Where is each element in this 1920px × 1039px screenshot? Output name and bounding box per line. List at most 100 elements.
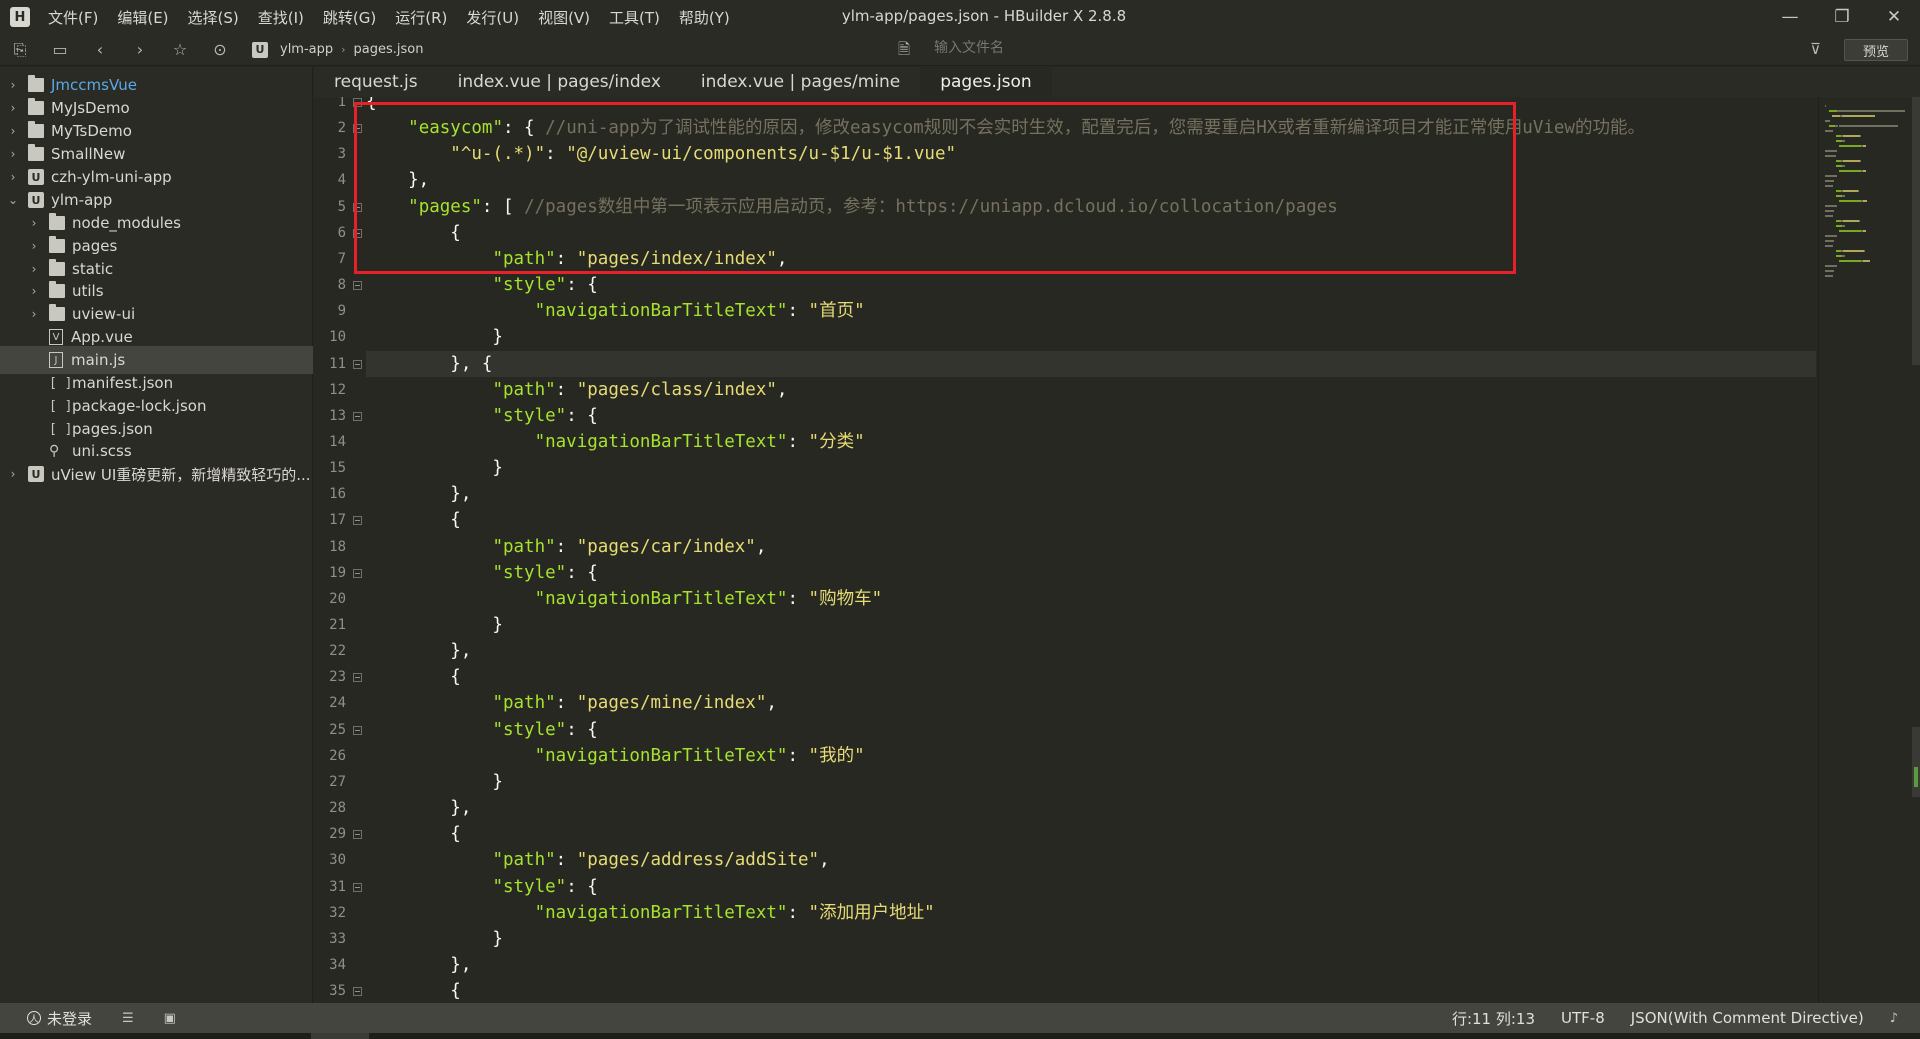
code-line[interactable]: "path": "pages/class/index", (366, 377, 787, 403)
fold-toggle-icon[interactable] (353, 987, 362, 996)
code-line[interactable]: "style": { (366, 403, 597, 429)
fold-toggle-icon[interactable] (353, 830, 362, 839)
code-line[interactable]: "path": "pages/address/addSite", (366, 847, 829, 873)
code-line[interactable]: }, { (366, 351, 1816, 377)
fold-toggle-icon[interactable] (353, 281, 362, 290)
tree-item[interactable]: › UuView UI重磅更新，新增精致轻巧的... (0, 460, 313, 488)
code-line[interactable]: "path": "pages/car/index", (366, 534, 766, 560)
menu-item[interactable]: 视图(V) (538, 7, 590, 28)
forward-icon[interactable]: › (120, 34, 160, 66)
run-icon[interactable]: ⊙ (200, 34, 240, 66)
back-icon[interactable]: ‹ (80, 34, 120, 66)
filter-icon[interactable]: ⊽ (1810, 40, 1821, 58)
code-line[interactable]: { (366, 220, 461, 246)
code-line[interactable]: "style": { (366, 560, 597, 586)
code-line[interactable]: "navigationBarTitleText": "首页" (366, 298, 865, 324)
horizontal-scrollbar[interactable] (0, 1033, 1920, 1039)
fold-toggle-icon[interactable] (353, 673, 362, 682)
code-line[interactable]: }, (366, 167, 429, 193)
code-line[interactable]: } (366, 926, 503, 952)
code-line[interactable]: }, (366, 952, 471, 978)
code-line[interactable]: "path": "pages/index/index", (366, 246, 787, 272)
code-line[interactable]: } (366, 324, 503, 350)
menu-item[interactable]: 发行(U) (466, 7, 519, 28)
code-line[interactable]: { (366, 97, 377, 115)
menu-item[interactable]: 查找(I) (258, 7, 304, 28)
outline-list-icon[interactable]: ☰ (122, 1011, 134, 1026)
code-line[interactable]: "navigationBarTitleText": "购物车" (366, 586, 883, 612)
tab-pages-json[interactable]: pages.json (920, 67, 1052, 97)
new-file-icon[interactable]: ⎘ (0, 34, 40, 66)
maximize-button[interactable]: ❐ (1816, 0, 1868, 34)
cursor-position[interactable]: 行:11 列:13 (1452, 1008, 1535, 1029)
tab-request-js[interactable]: request.js (314, 67, 438, 97)
code-line[interactable]: "path": "pages/mine/index", (366, 690, 777, 716)
code-line[interactable]: "style": { (366, 272, 597, 298)
fold-toggle-icon[interactable] (353, 203, 362, 212)
code-editor[interactable]: 1 2 3 4 5 6 7 8 9 10 11 12 13 14 15 16 17 18 19 20 21 22 23 24 2… (314, 97, 1818, 1003)
code-line[interactable]: }, (366, 481, 471, 507)
language-mode[interactable]: JSON(With Comment Directive) (1631, 1009, 1864, 1027)
star-icon[interactable]: ☆ (160, 34, 200, 66)
fold-toggle-icon[interactable] (353, 98, 362, 107)
fold-toggle-icon[interactable] (353, 360, 362, 369)
file-search-input[interactable] (934, 40, 1354, 56)
login-status[interactable]: 人 未登录 (27, 1008, 92, 1029)
preview-button[interactable]: 预览 (1844, 39, 1908, 61)
menu-item[interactable]: 编辑(E) (117, 7, 168, 28)
code-line[interactable]: { (366, 821, 461, 847)
code-line[interactable]: "style": { (366, 874, 597, 900)
close-button[interactable]: ✕ (1868, 0, 1920, 34)
tab-index-vue-pages-index[interactable]: index.vue | pages/index (438, 67, 681, 97)
chevron-right-icon[interactable]: › (27, 262, 41, 276)
chevron-right-icon[interactable]: › (6, 170, 20, 184)
menu-item[interactable]: 帮助(Y) (679, 7, 730, 28)
chevron-right-icon[interactable]: › (27, 239, 41, 253)
code-line[interactable]: "style": { (366, 717, 597, 743)
code-line[interactable]: { (366, 978, 461, 1003)
code-line[interactable]: { (366, 664, 461, 690)
tab-index-vue-pages-mine[interactable]: index.vue | pages/mine (681, 67, 920, 97)
code-line[interactable]: "pages": [ //pages数组中第一项表示应用启动页，参考：https… (366, 194, 1338, 220)
fold-toggle-icon[interactable] (353, 412, 362, 421)
minimap[interactable] (1818, 97, 1920, 1003)
menu-item[interactable]: 跳转(G) (323, 7, 376, 28)
chevron-right-icon[interactable]: › (6, 124, 20, 138)
chevron-right-icon[interactable]: › (27, 216, 41, 230)
code-line[interactable]: } (366, 612, 503, 638)
breadcrumb-project[interactable]: ylm-app (280, 42, 333, 57)
menu-item[interactable]: 工具(T) (609, 7, 660, 28)
notification-bell-icon[interactable]: ♪ (1890, 1011, 1898, 1026)
menu-item[interactable]: 选择(S) (188, 7, 239, 28)
fold-toggle-icon[interactable] (353, 726, 362, 735)
code-line[interactable]: { (366, 507, 461, 533)
fold-toggle-icon[interactable] (353, 569, 362, 578)
code-line[interactable]: "navigationBarTitleText": "添加用户地址" (366, 900, 935, 926)
fold-toggle-icon[interactable] (353, 229, 362, 238)
chevron-down-icon[interactable]: ⌄ (6, 193, 20, 207)
code-line[interactable]: } (366, 769, 503, 795)
menu-item[interactable]: 文件(F) (48, 7, 98, 28)
breadcrumb-file[interactable]: pages.json (354, 42, 424, 57)
code-line[interactable]: "easycom": { //uni-app为了调试性能的原因，修改easyco… (366, 115, 1645, 141)
console-icon[interactable]: ▣ (164, 1011, 176, 1026)
chevron-right-icon[interactable]: › (6, 147, 20, 161)
code-line[interactable]: "navigationBarTitleText": "分类" (366, 429, 865, 455)
code-line[interactable]: }, (366, 638, 471, 664)
fold-toggle-icon[interactable] (353, 124, 362, 133)
code-line[interactable]: } (366, 455, 503, 481)
chevron-right-icon[interactable]: › (6, 78, 20, 92)
fold-toggle-icon[interactable] (353, 883, 362, 892)
encoding-indicator[interactable]: UTF-8 (1561, 1009, 1605, 1027)
chevron-right-icon[interactable]: › (6, 467, 20, 481)
save-icon[interactable]: ▭ (40, 34, 80, 66)
menu-item[interactable]: 运行(R) (395, 7, 447, 28)
code-line[interactable]: "navigationBarTitleText": "我的" (366, 743, 865, 769)
code-line[interactable]: "^u-(.*)": "@/uview-ui/components/u-$1/u… (366, 141, 956, 167)
code-line[interactable]: }, (366, 795, 471, 821)
vertical-scrollbar-thumb[interactable] (1912, 97, 1920, 365)
chevron-right-icon[interactable]: › (6, 101, 20, 115)
chevron-right-icon[interactable]: › (27, 307, 41, 321)
fold-toggle-icon[interactable] (353, 516, 362, 525)
chevron-right-icon[interactable]: › (27, 284, 41, 298)
